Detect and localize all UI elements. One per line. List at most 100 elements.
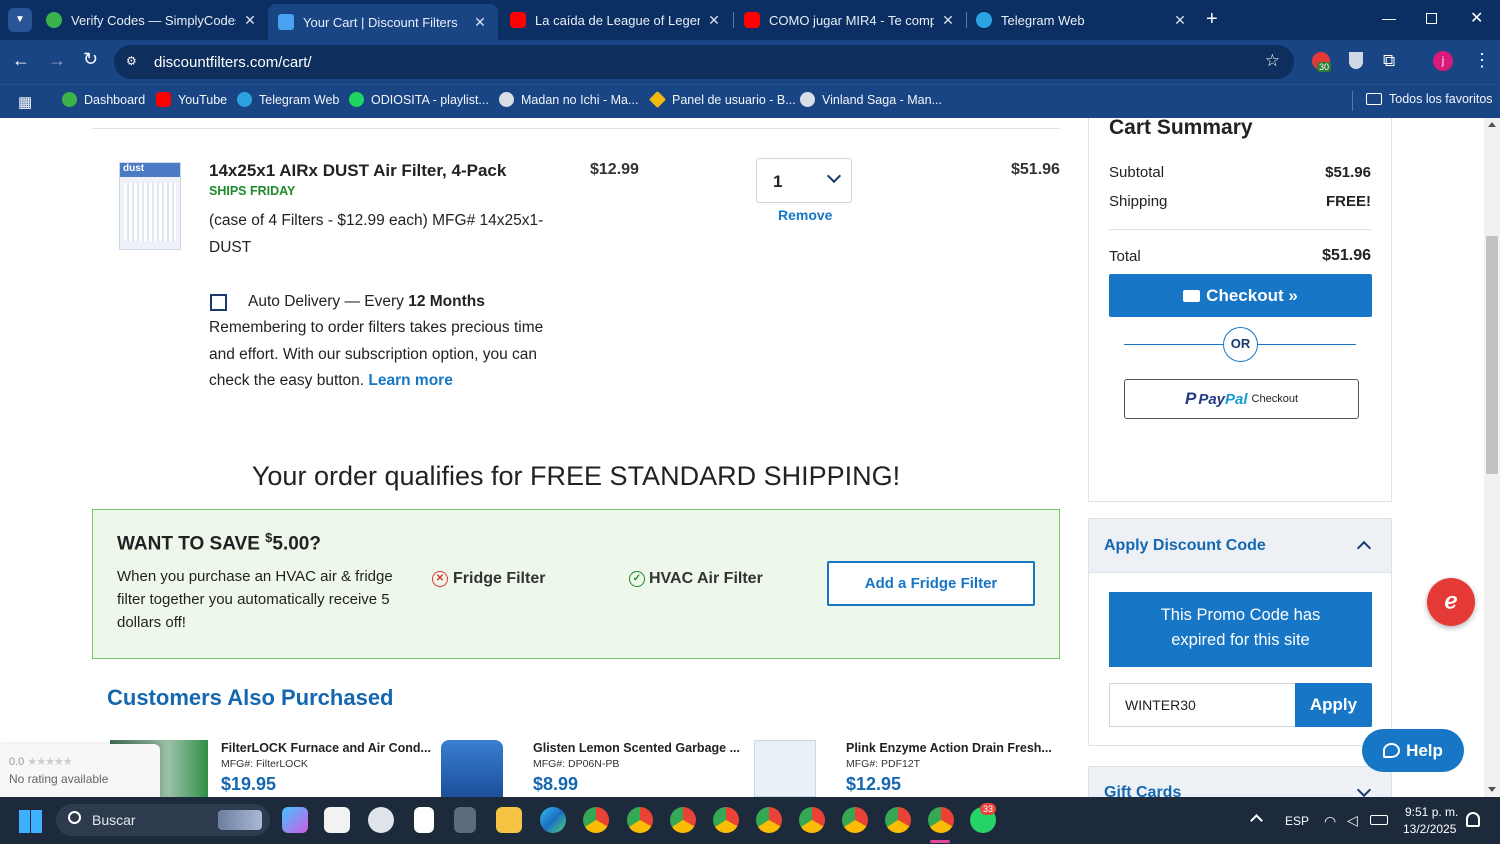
bookmark-vinland[interactable]: Vinland Saga - Man... [800, 92, 942, 107]
close-tab-icon[interactable]: ✕ [706, 12, 722, 29]
chevron-down-icon [826, 168, 842, 184]
scroll-down-arrow[interactable] [1488, 787, 1496, 792]
product-thumbnail[interactable] [754, 740, 816, 797]
battery-icon[interactable] [1370, 815, 1388, 825]
forward-icon[interactable]: → [48, 50, 66, 71]
tab-simplycodes[interactable]: Verify Codes — SimplyCodes ✕ [36, 4, 268, 36]
product-name[interactable]: 14x25x1 AIRx DUST Air Filter, 4-Pack [209, 161, 506, 181]
chrome-profile-icon[interactable] [713, 807, 739, 833]
menu-kebab-icon[interactable]: ⋮ [1473, 50, 1491, 71]
bookmark-dashboard[interactable]: Dashboard [62, 92, 145, 107]
close-tab-icon[interactable]: ✕ [940, 12, 956, 29]
tab-search-button[interactable]: ▼ [8, 8, 32, 32]
close-tab-icon[interactable]: ✕ [1172, 12, 1188, 29]
rating-widget[interactable]: 0.0 ★★★★★ No rating available [0, 744, 160, 797]
bookmark-telegram[interactable]: Telegram Web [237, 92, 339, 107]
discount-panel: Apply Discount Code This Promo Code has … [1088, 518, 1392, 746]
checkout-button[interactable]: Checkout » [1109, 274, 1372, 317]
chrome-profile-icon[interactable] [756, 807, 782, 833]
back-icon[interactable]: ← [12, 50, 30, 71]
copilot-icon[interactable] [282, 807, 308, 833]
site-info-icon[interactable]: ⚙ [126, 54, 142, 70]
remove-link[interactable]: Remove [778, 207, 832, 223]
tab-youtube-mir4[interactable]: COMO jugar MIR4 - Te comp ✕ [734, 4, 966, 36]
gift-cards-header[interactable]: Gift Cards [1088, 766, 1392, 797]
help-button[interactable]: Help [1362, 729, 1464, 772]
close-tab-icon[interactable]: ✕ [472, 14, 488, 31]
auto-delivery-label[interactable]: Auto Delivery — Every 12 Months [248, 293, 485, 311]
free-shipping-banner: Your order qualifies for FREE STANDARD S… [251, 461, 901, 491]
extensions-puzzle-icon[interactable]: ⧉ [1383, 51, 1395, 71]
youtube-icon [510, 12, 526, 28]
quantity-select[interactable]: 1 [756, 158, 852, 203]
product-thumbnail[interactable] [441, 740, 503, 797]
all-bookmarks-folder[interactable]: Todos los favoritos [1366, 92, 1493, 106]
address-bar[interactable]: ⚙ discountfilters.com/cart/ ☆ [114, 45, 1294, 79]
new-tab-icon[interactable]: + [1206, 8, 1218, 31]
restore-icon[interactable] [1426, 13, 1437, 24]
apps-grid-icon[interactable]: ▦ [18, 93, 32, 111]
close-window-icon[interactable]: ✕ [1470, 8, 1483, 28]
windows-start-icon[interactable] [19, 810, 42, 833]
gift-cards-title: Gift Cards [1104, 784, 1182, 797]
taskbar-search-box[interactable]: Buscar [56, 804, 270, 836]
apply-button[interactable]: Apply [1295, 683, 1372, 727]
chrome-profile-icon[interactable] [885, 807, 911, 833]
chrome-profile-icon[interactable] [627, 807, 653, 833]
bookmark-binance[interactable]: Panel de usuario - B... [649, 91, 796, 108]
bookmark-star-icon[interactable]: ☆ [1265, 51, 1280, 71]
volume-icon[interactable]: ◁ [1347, 812, 1358, 829]
show-hidden-icons[interactable] [1250, 814, 1263, 827]
scrollbar-thumb[interactable] [1486, 236, 1498, 474]
manga-icon [499, 92, 514, 107]
check-circle-icon: ✓ [629, 571, 645, 587]
spotify-icon [349, 92, 364, 107]
shield-icon[interactable] [1349, 52, 1363, 69]
clock-date[interactable]: 13/2/2025 [1403, 822, 1456, 836]
minimize-icon[interactable]: — [1382, 10, 1396, 26]
auto-delivery-text: Remembering to order filters takes preci… [209, 319, 544, 389]
chrome-active-icon[interactable] [928, 807, 954, 833]
scrollbar-track[interactable] [1484, 118, 1500, 797]
page-content: dust 14x25x1 AIRx DUST Air Filter, 4-Pac… [0, 118, 1500, 797]
profile-avatar[interactable]: j [1433, 51, 1453, 71]
add-fridge-filter-button[interactable]: Add a Fridge Filter [827, 561, 1035, 606]
auto-delivery-checkbox[interactable] [210, 294, 227, 311]
reload-icon[interactable]: ↻ [83, 49, 98, 70]
product-image[interactable]: dust [119, 162, 181, 250]
file-explorer-icon[interactable] [496, 807, 522, 833]
store-icon[interactable] [324, 807, 350, 833]
scroll-up-arrow[interactable] [1488, 122, 1496, 127]
chrome-profile-icon[interactable] [670, 807, 696, 833]
close-tab-icon[interactable]: ✕ [242, 12, 258, 29]
tab-telegram[interactable]: Telegram Web ✕ [966, 4, 1198, 36]
edge-icon[interactable] [540, 807, 566, 833]
discount-header[interactable]: Apply Discount Code [1089, 519, 1391, 573]
chrome-profile-icon[interactable] [842, 807, 868, 833]
paypal-checkout-button[interactable]: P Pay Pal Checkout [1124, 379, 1359, 419]
chrome-icon[interactable] [583, 807, 609, 833]
also-purchased-item-mfg: MFG#: FilterLOCK [221, 758, 308, 770]
bookmark-youtube[interactable]: YouTube [156, 92, 227, 107]
chrome-profile-icon[interactable] [799, 807, 825, 833]
wifi-icon[interactable]: ◠ [1324, 813, 1336, 830]
bookmark-odiosita[interactable]: ODIOSITA - playlist... [349, 92, 489, 107]
discount-code-input[interactable]: WINTER30 [1109, 683, 1296, 727]
speech-bubble-icon [1383, 743, 1401, 758]
tab-discountfilters[interactable]: Your Cart | Discount Filters ✕ [268, 4, 498, 40]
bookmark-madan[interactable]: Madan no Ichi - Ma... [499, 92, 638, 107]
notification-bell-icon[interactable] [1466, 812, 1480, 827]
notepad-icon[interactable] [414, 807, 434, 833]
clock-time[interactable]: 9:51 p. m. [1405, 805, 1458, 819]
also-purchased-item-name[interactable]: FilterLOCK Furnace and Air Cond... [221, 741, 431, 755]
also-purchased-item-name[interactable]: Glisten Lemon Scented Garbage ... [533, 741, 740, 755]
input-language[interactable]: ESP [1285, 814, 1309, 828]
rating-stars: ★★★★★ [27, 756, 72, 768]
or-divider: OR [1223, 327, 1258, 362]
also-purchased-item-name[interactable]: Plink Enzyme Action Drain Fresh... [846, 741, 1052, 755]
learn-more-link[interactable]: Learn more [368, 372, 452, 389]
calculator-icon[interactable] [454, 807, 476, 833]
tab-youtube-lol[interactable]: La caída de League of Legends ✕ [500, 4, 732, 36]
clock-app-icon[interactable] [368, 807, 394, 833]
chat-bubble-icon[interactable]: ℯ [1427, 578, 1475, 626]
